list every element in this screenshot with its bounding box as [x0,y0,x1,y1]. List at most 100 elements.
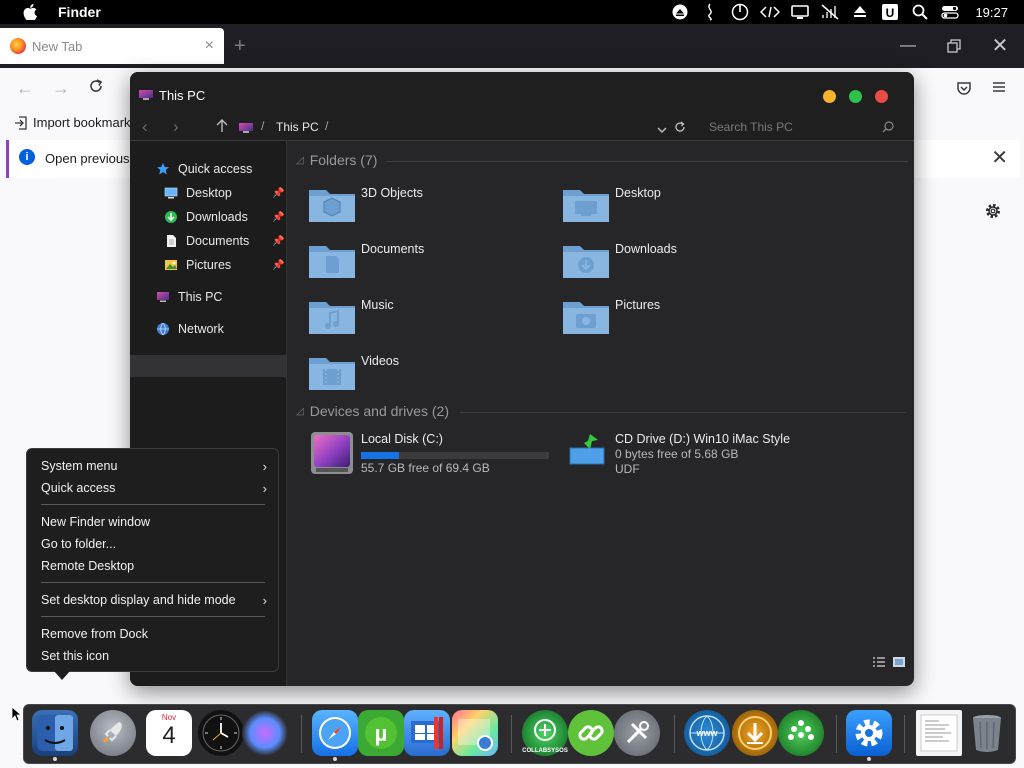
drive-cd-d[interactable]: CD Drive (D:) Win10 iMac Style 0 bytes f… [564,430,864,482]
display-icon[interactable] [785,0,815,24]
dock-safari-icon[interactable] [312,710,358,756]
folder-downloads[interactable]: Downloads [562,240,802,290]
history-dropdown-icon[interactable] [657,122,667,137]
u-badge-icon[interactable]: U [875,0,905,24]
dock-photos-icon[interactable] [452,710,498,756]
folder-documents[interactable]: Documents [308,240,548,290]
apple-icon[interactable] [20,0,40,24]
sidebar-divider [286,141,287,686]
dock-siri-icon[interactable] [242,710,288,756]
drives-section-header[interactable]: ◿ Devices and drives (2) [296,403,449,419]
new-tab-icon[interactable]: + [234,34,246,58]
sidebar-item-pictures[interactable]: Pictures [164,254,231,276]
eject-icon[interactable] [665,0,695,24]
folder-videos[interactable]: Videos [308,352,548,402]
dock-www-icon[interactable]: www [684,710,730,756]
collapse-chevron-icon: ◿ [296,405,304,417]
close-button[interactable] [875,90,888,103]
3d-objects-icon [309,190,355,222]
sidebar-item-this-pc[interactable]: This PC [156,286,222,308]
menu-item-remove-from-dock[interactable]: Remove from Dock [41,627,148,641]
control-center-icon[interactable] [935,0,965,24]
explorer-title-bar[interactable]: This PC [130,72,914,116]
pin-icon[interactable]: 📌 [272,212,284,223]
dock-trash-icon[interactable] [964,710,1010,756]
pocket-icon[interactable] [956,80,974,98]
dock: Nov 4 µ COLLABSYSOS www [23,704,1016,764]
up-icon[interactable] [216,119,228,137]
breadcrumb-this-pc[interactable]: This PC [276,120,319,134]
svg-text:µ: µ [375,721,388,746]
pin-icon[interactable]: 📌 [272,188,284,199]
dock-community-icon[interactable] [778,710,824,756]
dock-tools-icon[interactable] [614,710,660,756]
menu-item-set-this-icon[interactable]: Set this icon [41,649,109,663]
folder-music[interactable]: Music [308,296,548,346]
forward-icon[interactable]: › [173,118,179,136]
search-icon[interactable] [882,121,894,133]
folder-3d-objects[interactable]: 3D Objects [308,184,548,234]
window-restore-icon[interactable] [944,36,964,59]
menu-clock[interactable]: 19:27 [975,5,1008,20]
info-icon: i [19,149,35,165]
search-icon[interactable] [905,0,935,24]
menu-item-go-to-folder[interactable]: Go to folder... [41,537,116,551]
pin-icon[interactable]: 📌 [272,260,284,271]
dock-launchpad-icon[interactable] [90,710,136,756]
large-icons-view-icon[interactable] [892,656,906,668]
reload-icon[interactable] [88,78,104,98]
sidebar-item-downloads[interactable]: Downloads [164,206,248,228]
downloads-icon [165,211,177,223]
code-icon[interactable] [755,0,785,24]
maximize-button[interactable] [849,90,862,103]
menu-separator [41,504,265,505]
power-gauge-icon[interactable] [725,0,755,24]
menu-item-remote-desktop[interactable]: Remote Desktop [41,559,134,573]
dock-separator [836,715,837,753]
window-close-icon[interactable]: ✕ [990,36,1010,56]
hamburger-menu-icon[interactable] [992,80,1010,98]
menu-item-desktop-display-mode[interactable]: Set desktop display and hide mode › [41,593,267,608]
sidebar-item-documents[interactable]: Documents [164,230,249,252]
sidebar-item-network[interactable]: Network [156,318,224,340]
dock-finder-icon[interactable] [32,710,78,756]
browser-tab[interactable]: New Tab × [0,28,224,64]
dock-document-preview-icon[interactable] [916,710,962,756]
explorer-search-input[interactable]: Search This PC [709,120,793,134]
dock-calendar-icon[interactable]: Nov 4 [146,710,192,756]
status-icon[interactable] [695,0,725,24]
dock-clock-icon[interactable] [198,710,244,756]
dock-settings-gear-icon[interactable] [846,710,892,756]
pin-icon[interactable]: 📌 [272,236,284,247]
forward-arrow-icon[interactable]: → [52,78,70,98]
drive-local-disk-c[interactable]: Local Disk (C:) 55.7 GB free of 69.4 GB [310,430,570,482]
sidebar-item-quick-access[interactable]: Quick access [156,158,252,180]
back-arrow-icon[interactable]: ← [16,78,34,98]
hard-disk-icon [311,432,353,474]
details-view-icon[interactable] [872,656,886,668]
minimize-button[interactable] [823,90,836,103]
menu-item-new-finder-window[interactable]: New Finder window [41,515,150,529]
no-signal-icon[interactable] [815,0,845,24]
menu-item-quick-access[interactable]: Quick access › [41,481,267,496]
dock-collabsysos-icon[interactable]: COLLABSYSOS [522,710,568,756]
import-bookmarks-link[interactable]: Import bookmarks [14,115,137,130]
active-app-name[interactable]: Finder [58,4,101,20]
infobar-close-icon[interactable]: ✕ [991,147,1008,169]
dock-download-icon[interactable] [732,710,778,756]
dock-link-icon[interactable] [568,710,614,756]
dock-windows-apps-icon[interactable] [404,710,450,756]
eject-up-icon[interactable] [845,0,875,24]
dock-utorrent-icon[interactable]: µ [358,710,404,756]
settings-gear-icon[interactable] [984,202,1002,220]
refresh-icon[interactable] [674,121,686,136]
folders-section-header[interactable]: ◿ Folders (7) [296,152,377,168]
folder-desktop[interactable]: Desktop [562,184,802,234]
sidebar-item-desktop[interactable]: Desktop [164,182,232,204]
folder-pictures[interactable]: Pictures [562,296,802,346]
back-icon[interactable]: ‹ [142,118,148,136]
menu-item-system-menu[interactable]: System menu › [41,459,267,474]
tab-close-icon[interactable]: × [205,37,214,55]
menu-item-label: System menu [41,459,118,473]
window-minimize-icon[interactable]: — [898,36,918,56]
